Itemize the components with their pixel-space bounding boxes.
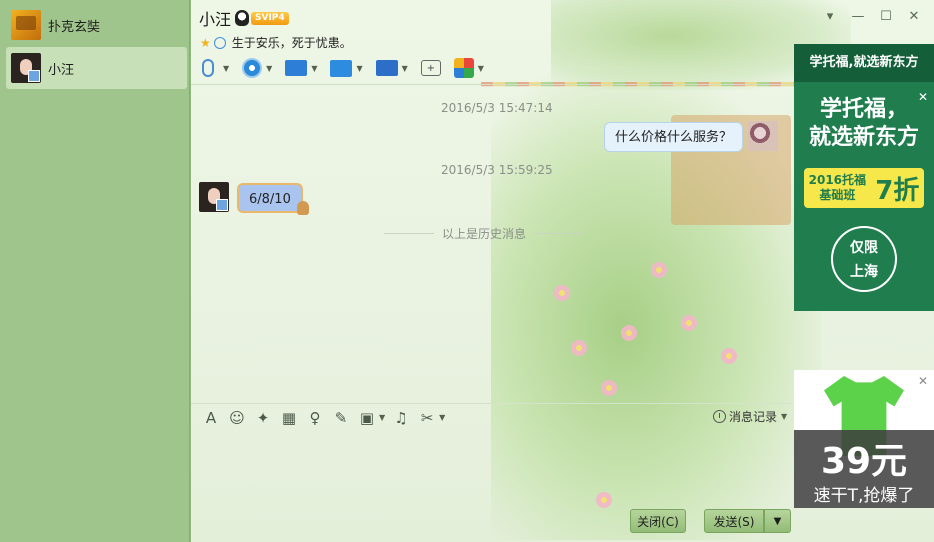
penguin-icon (235, 10, 250, 26)
message-history-label: 消息记录 (729, 410, 778, 424)
magic-expression-icon[interactable]: ▦ (279, 408, 299, 428)
menu-chevron-icon[interactable]: ▾ (816, 8, 844, 26)
ad-offer-text: 2016托福 基础班 (809, 173, 866, 203)
message-timestamp: 2016/5/3 15:47:14 (441, 101, 553, 115)
send-button[interactable]: 发送(S) (704, 509, 764, 533)
maximize-icon[interactable]: ☐ (872, 8, 900, 26)
font-icon[interactable]: A (201, 408, 221, 428)
chevron-down-icon[interactable]: ▼ (439, 413, 445, 422)
message-history-button[interactable]: 消息记录 ▼ (713, 408, 787, 425)
svip-badge[interactable]: SVIP4 (251, 11, 289, 25)
chevron-down-icon: ▼ (781, 412, 788, 421)
microphone-icon (202, 59, 214, 77)
contact-item-pukexuanzang[interactable]: 扑克玄奘 (6, 4, 187, 46)
ad-offer-line: 2016托福 (808, 173, 867, 187)
chevron-down-icon[interactable]: ▼ (402, 64, 408, 73)
background-flower (596, 492, 612, 508)
ad-offer-line: 基础班 (819, 188, 856, 202)
video-camera-icon (242, 58, 263, 78)
close-button[interactable]: 关闭(C) (630, 509, 686, 533)
ad-slogan: 速干T,抢爆了 (813, 486, 915, 506)
close-icon[interactable]: ✕ (900, 8, 928, 26)
chat-title[interactable]: 小汪 (199, 6, 231, 30)
ad-close-icon[interactable]: ✕ (918, 90, 928, 104)
history-divider: 以上是历史消息 (384, 225, 585, 241)
chevron-down-icon[interactable]: ▼ (266, 64, 272, 73)
ad-header: 学托福,就选新东方 (794, 44, 934, 82)
avatar (11, 10, 41, 40)
personal-signature: 生于安乐，死于忧患。 (231, 36, 352, 50)
ad-banner-tshirt[interactable]: ✕ 39元 速干T,抢爆了 (794, 370, 934, 508)
image-icon[interactable]: ▣ (357, 408, 377, 428)
contact-name: 小汪 (48, 62, 75, 78)
background-flower (721, 348, 737, 364)
ad-offer: 2016托福 基础班 7折 (804, 168, 924, 208)
message-bubble-incoming[interactable]: 6/8/10 (237, 183, 309, 215)
contact-list: 扑克玄奘 小汪 (0, 0, 190, 542)
ad-close-icon[interactable]: ✕ (918, 374, 928, 388)
chevron-down-icon[interactable]: ▼ (478, 64, 484, 73)
screenshot-scissors-icon[interactable]: ✂ (417, 408, 437, 428)
divider-rule (384, 232, 434, 234)
contact-item-xiaowang[interactable]: 小汪 (6, 47, 187, 89)
background-flower (681, 315, 697, 331)
group-chat-icon: + (420, 60, 441, 76)
screen-share-button[interactable]: ▼ (285, 60, 317, 76)
emoji-icon[interactable]: ☺ (227, 408, 247, 428)
chevron-down-icon[interactable]: ▼ (311, 64, 317, 73)
background-flower (554, 285, 570, 301)
ad-seal-line: 仅限 (850, 240, 878, 256)
ad-headline-line: 学托福， (819, 97, 908, 122)
chevron-down-icon[interactable]: ▼ (223, 64, 229, 73)
input-toolbar: A ☺ ✦ ▦ ♀ ✎ ▣ ▼ ♫ ✂ ▼ (191, 403, 791, 431)
note-edit-icon[interactable]: ✎ (331, 408, 351, 428)
background-flower (651, 262, 667, 278)
screen-share-icon (285, 60, 308, 76)
signature-bar: ★ 生于安乐，死于忧患。 (200, 34, 352, 51)
voice-call-button[interactable]: ▼ (197, 59, 229, 77)
minimize-icon[interactable]: — (844, 8, 872, 26)
history-divider-label: 以上是历史消息 (442, 226, 527, 241)
file-transfer-button[interactable]: ▼ (330, 59, 363, 77)
video-call-button[interactable]: ▼ (242, 58, 272, 78)
window-controls: ▾ — ☐ ✕ (816, 8, 928, 26)
group-chat-button[interactable]: + (420, 60, 441, 76)
avatar[interactable] (748, 121, 778, 151)
background-flower (601, 380, 617, 396)
file-transfer-icon (330, 59, 353, 77)
send-options-chevron[interactable]: ▼ (764, 509, 791, 533)
chevron-down-icon[interactable]: ▼ (379, 413, 385, 422)
chat-panel: 小汪 SVIP4 ★ 生于安乐，死于忧患。 ▾ — ☐ ✕ ▼ ▼ ▼ ▼ ▼ … (191, 0, 934, 542)
ad-headline-line: 就选新东方 (808, 125, 919, 150)
contact-name: 扑克玄奘 (48, 19, 101, 35)
shake-icon[interactable]: ✦ (253, 408, 273, 428)
voice-message-icon[interactable]: ♀ (305, 408, 325, 428)
remote-desktop-button[interactable]: ▼ (375, 60, 408, 76)
ad-seal-line: 上海 (850, 264, 878, 280)
chat-header: 小汪 SVIP4 (199, 7, 289, 29)
avatar[interactable] (199, 182, 229, 212)
ad-discount: 7折 (875, 175, 920, 206)
music-icon[interactable]: ♫ (391, 408, 411, 428)
apps-button[interactable]: ▼ (453, 58, 484, 78)
ad-banner-toefl[interactable]: 学托福,就选新东方 ✕ 学托福， 就选新东方 2016托福 基础班 7折 仅限 … (794, 44, 934, 311)
chevron-down-icon[interactable]: ▼ (356, 64, 362, 73)
ad-headline: 学托福， 就选新东方 (794, 96, 934, 152)
background-flower (621, 325, 637, 341)
background-flower (571, 340, 587, 356)
divider-rule (534, 232, 585, 234)
avatar (11, 53, 41, 83)
clock-icon (713, 410, 726, 423)
star-icon[interactable]: ★ (200, 36, 211, 50)
ad-seal: 仅限 上海 (831, 226, 897, 292)
chat-toolbar: ▼ ▼ ▼ ▼ ▼ + ▼ (197, 56, 497, 80)
remote-desktop-icon (375, 60, 398, 76)
p-circle-icon[interactable] (213, 36, 226, 49)
apps-icon (453, 58, 474, 78)
message-bubble-outgoing[interactable]: 什么价格什么服务？ (604, 122, 744, 152)
message-timestamp: 2016/5/3 15:59:25 (441, 163, 553, 177)
ad-price: 39元 (820, 441, 908, 482)
